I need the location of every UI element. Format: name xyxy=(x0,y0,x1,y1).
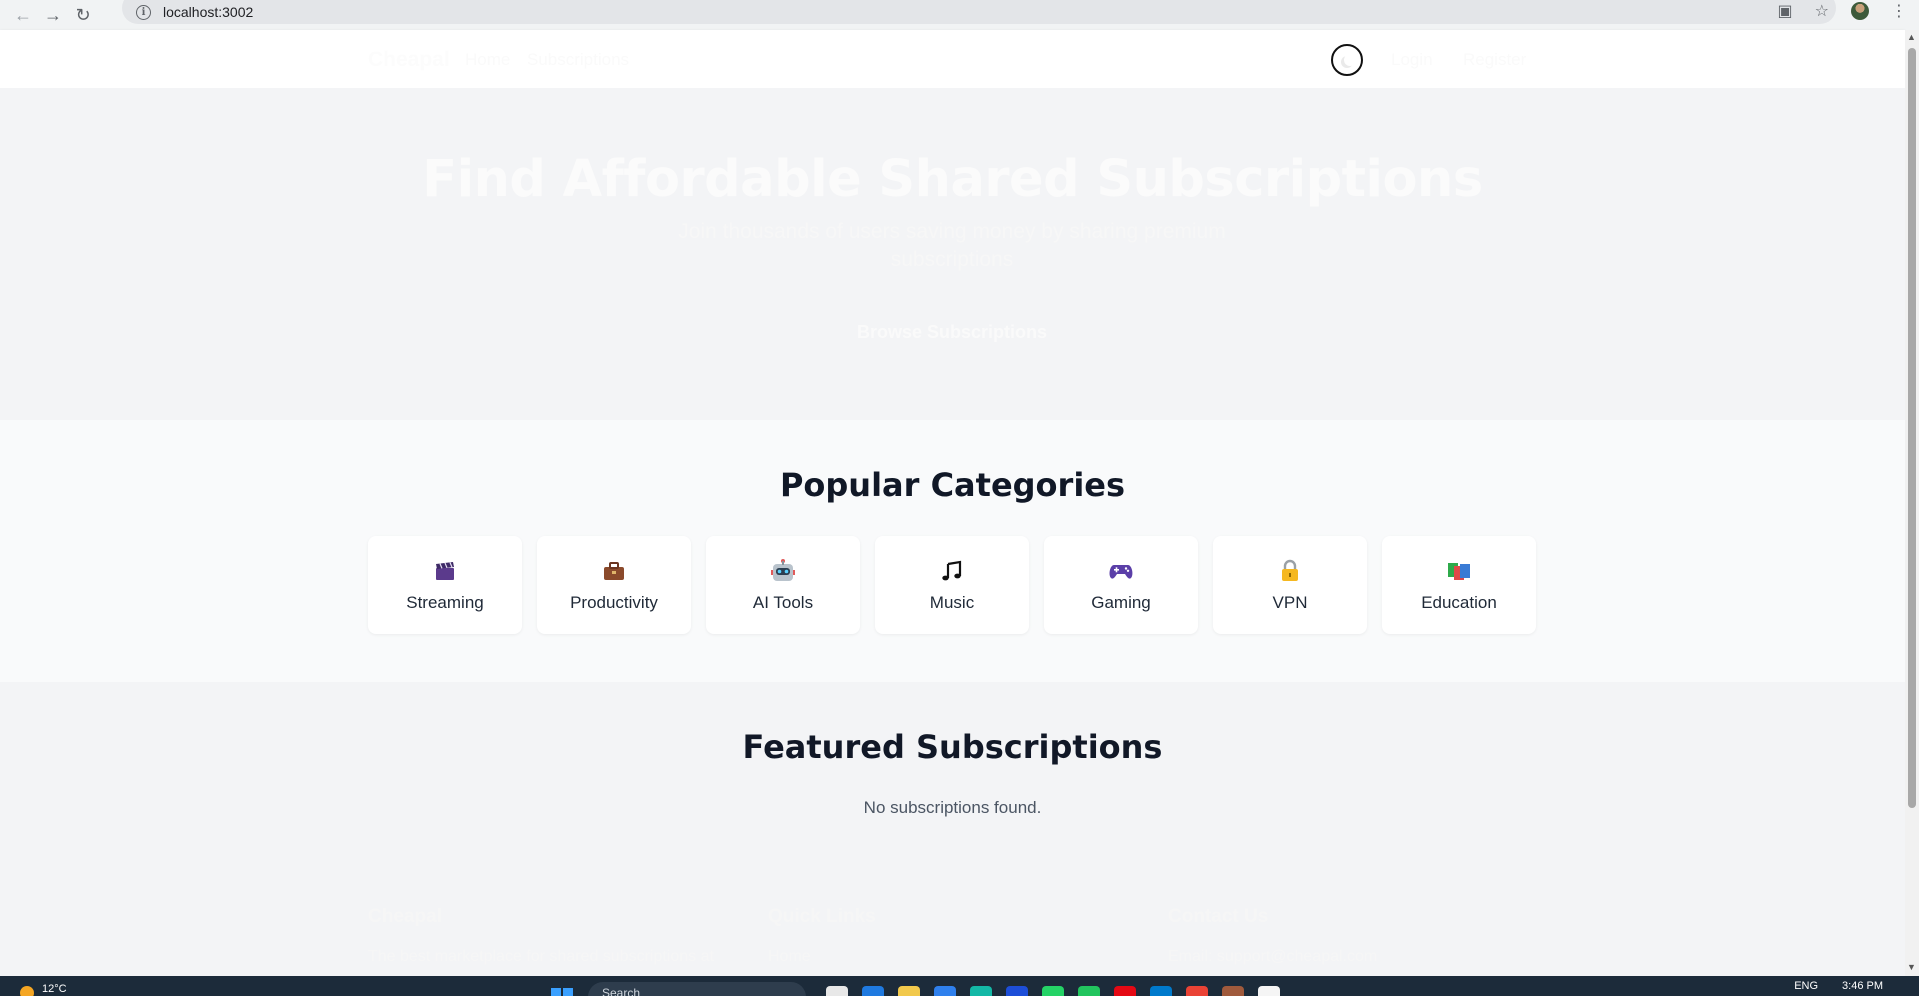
register-link[interactable]: Register xyxy=(1463,50,1526,70)
reload-icon[interactable]: ↻ xyxy=(68,0,98,30)
category-card-education[interactable]: Education xyxy=(1382,536,1536,634)
category-card-ai-tools[interactable]: AI Tools xyxy=(706,536,860,634)
vscode-icon[interactable] xyxy=(1150,986,1172,996)
chrome-icon[interactable] xyxy=(1186,986,1208,996)
category-card-streaming[interactable]: Streaming xyxy=(368,536,522,634)
profile-avatar[interactable] xyxy=(1851,2,1869,20)
clapperboard-icon xyxy=(431,557,459,585)
footer-contact-email[interactable]: Email: support@cheapal.com xyxy=(1168,948,1377,966)
site-header: Cheapal Home Subscriptions Login Registe… xyxy=(0,30,1905,88)
books-icon xyxy=(1445,557,1473,585)
app-icon[interactable] xyxy=(970,986,992,996)
address-bar[interactable]: i localhost:3002 xyxy=(122,0,1836,24)
site-info-icon[interactable]: i xyxy=(136,4,151,20)
language-indicator[interactable]: ENG xyxy=(1794,980,1818,992)
page-scrollbar[interactable]: ▲ ▼ xyxy=(1905,30,1919,976)
theme-toggle-button[interactable] xyxy=(1331,44,1363,76)
category-label: Gaming xyxy=(1091,593,1151,612)
taskbar-search[interactable]: Search xyxy=(588,982,806,996)
netflix-icon[interactable] xyxy=(1114,986,1136,996)
calendar-icon[interactable] xyxy=(1006,986,1028,996)
bookmark-star-icon[interactable]: ☆ xyxy=(1815,1,1829,21)
temperature: 12°C xyxy=(42,983,67,995)
brand-logo[interactable]: Cheapal xyxy=(368,48,450,72)
login-link[interactable]: Login xyxy=(1391,50,1433,70)
install-app-icon[interactable]: ▣ xyxy=(1778,1,1793,21)
app-icon[interactable] xyxy=(1258,986,1280,996)
category-label: AI Tools xyxy=(752,593,814,612)
arrow-left-icon[interactable]: ← xyxy=(8,0,38,30)
os-taskbar: 12°C Search ENG 3:46 PM xyxy=(0,976,1919,996)
nav-link-home[interactable]: Home xyxy=(465,50,510,70)
robot-icon xyxy=(769,557,797,585)
categories-section: Popular Categories Streaming Productivit… xyxy=(0,420,1905,682)
briefcase-icon xyxy=(600,557,628,585)
category-label: Education xyxy=(1421,593,1497,612)
footer-quick-links-title: Quick Links xyxy=(768,906,876,927)
site-footer: Cheapal The best marketplace for shared … xyxy=(0,872,1905,976)
chat-icon[interactable] xyxy=(1078,986,1100,996)
file-icon[interactable] xyxy=(826,986,848,996)
category-label: VPN xyxy=(1272,593,1308,612)
windows-start-icon[interactable] xyxy=(551,988,573,996)
lock-icon xyxy=(1276,557,1304,585)
system-tray: ENG 3:46 PM xyxy=(1794,980,1883,992)
hero-subtitle: Join thousands of users saving money by … xyxy=(678,220,1226,271)
edge-icon[interactable] xyxy=(862,986,884,996)
category-label: Productivity xyxy=(570,593,658,612)
footer-link-home[interactable]: Home xyxy=(768,948,876,966)
category-card-productivity[interactable]: Productivity xyxy=(537,536,691,634)
category-label: Music xyxy=(929,593,975,612)
nav-link-subscriptions[interactable]: Subscriptions xyxy=(527,50,629,70)
scroll-down-icon[interactable]: ▼ xyxy=(1907,962,1916,972)
scrollbar-thumb[interactable] xyxy=(1908,48,1916,808)
music-note-icon xyxy=(938,557,966,585)
browser-actions: ▣ ☆ ⋮ xyxy=(1778,0,1919,22)
footer-tagline: The best marketplace for shared subscrip… xyxy=(368,948,714,965)
folder-icon[interactable] xyxy=(898,986,920,996)
hero-section: Find Affordable Shared Subscriptions Joi… xyxy=(0,88,1905,420)
address-url: localhost:3002 xyxy=(163,4,254,20)
weather-widget[interactable]: 12°C xyxy=(20,978,67,996)
category-card-music[interactable]: Music xyxy=(875,536,1029,634)
footer-brand: Cheapal xyxy=(368,906,442,927)
featured-title: Featured Subscriptions xyxy=(742,728,1163,766)
scroll-up-icon[interactable]: ▲ xyxy=(1907,32,1916,42)
gamepad-icon xyxy=(1107,557,1135,585)
taskbar-apps xyxy=(826,986,1280,996)
footer-contact-column: Contact Us Email: support@cheapal.com xyxy=(1168,906,1377,966)
arrow-right-icon[interactable]: → xyxy=(38,0,68,30)
footer-brand-column: Cheapal The best marketplace for shared … xyxy=(368,906,714,966)
category-label: Streaming xyxy=(406,593,484,612)
moon-icon xyxy=(1344,54,1356,66)
categories-grid: Streaming Productivity AI Tools Music Ga… xyxy=(368,536,1536,634)
category-card-vpn[interactable]: VPN xyxy=(1213,536,1367,634)
browser-toolbar: ← → ↻ i localhost:3002 ▣ ☆ ⋮ xyxy=(0,0,1919,30)
sun-icon xyxy=(20,986,34,996)
clock[interactable]: 3:46 PM xyxy=(1842,980,1883,992)
footer-contact-title: Contact Us xyxy=(1168,906,1269,927)
kebab-menu-icon[interactable]: ⋮ xyxy=(1891,1,1907,21)
app-icon[interactable] xyxy=(1222,986,1244,996)
browse-subscriptions-button[interactable]: Browse Subscriptions xyxy=(842,312,1062,352)
empty-state-message: No subscriptions found. xyxy=(863,798,1042,817)
footer-links-column: Quick Links Home xyxy=(768,906,876,966)
store-icon[interactable] xyxy=(934,986,956,996)
hero-title: Find Affordable Shared Subscriptions xyxy=(422,150,1483,209)
whatsapp-icon[interactable] xyxy=(1042,986,1064,996)
category-card-gaming[interactable]: Gaming xyxy=(1044,536,1198,634)
featured-section: Featured Subscriptions No subscriptions … xyxy=(0,682,1905,872)
categories-title: Popular Categories xyxy=(779,466,1126,504)
